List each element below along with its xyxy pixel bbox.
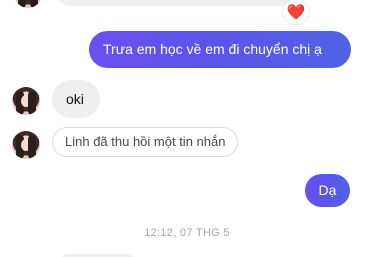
message-text: Dạ xyxy=(318,182,337,198)
contact-avatar[interactable] xyxy=(12,87,40,115)
avatar-hair xyxy=(18,0,26,8)
avatar-hair xyxy=(28,135,36,159)
received-message-bubble[interactable]: oki xyxy=(52,80,100,118)
previous-message-bubble[interactable] xyxy=(54,0,300,6)
heart-icon: ❤️ xyxy=(286,3,306,21)
message-text: oki xyxy=(66,91,84,107)
unsent-message-notice: Linh đã thu hồi một tin nhắn xyxy=(52,127,239,157)
contact-avatar[interactable] xyxy=(14,0,42,8)
heart-reaction[interactable]: ❤️ xyxy=(283,0,309,24)
contact-avatar[interactable] xyxy=(12,131,40,159)
message-text: Trưa em học về em đi chuyển chị ạ xyxy=(103,41,322,57)
timestamp: 12:12, 07 THG 5 xyxy=(144,227,230,239)
sent-message-bubble[interactable]: Trưa em học về em đi chuyển chị ạ xyxy=(89,31,351,68)
avatar-hair xyxy=(30,0,38,8)
avatar-hair xyxy=(28,91,36,115)
message-text: Linh đã thu hồi một tin nhắn xyxy=(65,134,226,149)
sent-message-bubble[interactable]: Dạ xyxy=(305,174,350,207)
